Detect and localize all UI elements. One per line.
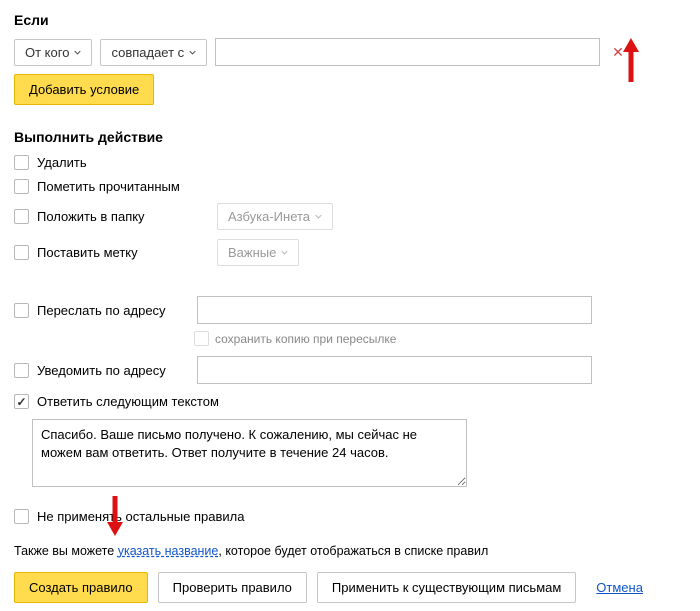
mark-read-label: Пометить прочитанным <box>37 179 180 194</box>
hint-before: Также вы можете <box>14 544 118 558</box>
notify-address-input[interactable] <box>197 356 592 384</box>
chevron-down-icon <box>281 249 288 256</box>
forward-checkbox[interactable] <box>14 303 29 318</box>
match-select[interactable]: совпадает с <box>100 39 207 66</box>
label-select-label: Важные <box>228 245 276 260</box>
name-hint: Также вы можете указать название, которо… <box>14 544 686 558</box>
remove-condition-icon[interactable]: ✕ <box>612 44 624 61</box>
set-name-link[interactable]: указать название <box>118 544 219 558</box>
delete-checkbox[interactable] <box>14 155 29 170</box>
notify-label: Уведомить по адресу <box>37 363 166 378</box>
chevron-down-icon <box>189 49 196 56</box>
folder-select-label: Азбука-Инета <box>228 209 310 224</box>
match-select-label: совпадает с <box>111 45 184 60</box>
set-label-label: Поставить метку <box>37 245 138 260</box>
hint-after: , которое будет отображаться в списке пр… <box>218 544 488 558</box>
chevron-down-icon <box>74 49 81 56</box>
cancel-link[interactable]: Отмена <box>596 580 643 595</box>
reply-label: Ответить следующим текстом <box>37 394 219 409</box>
forward-address-input[interactable] <box>197 296 592 324</box>
chevron-down-icon <box>315 213 322 220</box>
no-other-rules-checkbox[interactable] <box>14 509 29 524</box>
condition-title: Если <box>14 12 686 28</box>
action-title: Выполнить действие <box>14 129 686 145</box>
notify-checkbox[interactable] <box>14 363 29 378</box>
set-label-checkbox[interactable] <box>14 245 29 260</box>
label-select[interactable]: Важные <box>217 239 299 266</box>
forward-label: Переслать по адресу <box>37 303 166 318</box>
field-select[interactable]: От кого <box>14 39 92 66</box>
reply-text-input[interactable] <box>32 419 467 487</box>
check-rule-button[interactable]: Проверить правило <box>158 572 307 603</box>
condition-value-input[interactable] <box>215 38 600 66</box>
no-other-rules-label: Не применять остальные правила <box>37 509 244 524</box>
field-select-label: От кого <box>25 45 69 60</box>
delete-label: Удалить <box>37 155 87 170</box>
add-condition-button[interactable]: Добавить условие <box>14 74 154 105</box>
reply-checkbox[interactable] <box>14 394 29 409</box>
forward-keep-label: сохранить копию при пересылке <box>215 332 396 346</box>
mark-read-checkbox[interactable] <box>14 179 29 194</box>
forward-keep-checkbox[interactable] <box>194 331 209 346</box>
create-rule-button[interactable]: Создать правило <box>14 572 148 603</box>
move-folder-label: Положить в папку <box>37 209 145 224</box>
move-folder-checkbox[interactable] <box>14 209 29 224</box>
folder-select[interactable]: Азбука-Инета <box>217 203 333 230</box>
apply-existing-button[interactable]: Применить к существующим письмам <box>317 572 576 603</box>
